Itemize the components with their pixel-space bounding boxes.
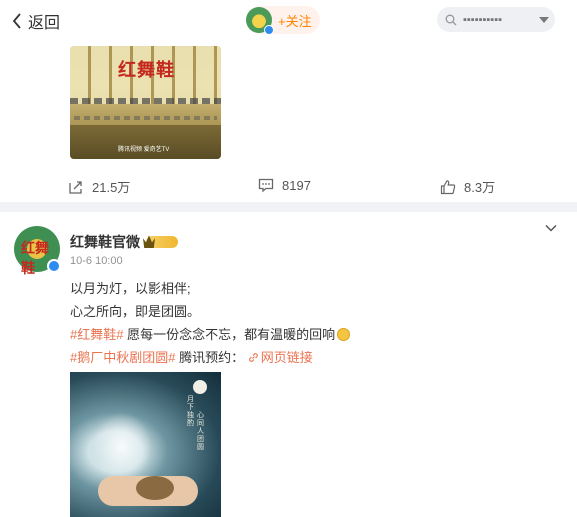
web-link-label: 网页链接 — [260, 350, 313, 365]
poster-steam — [92, 412, 152, 482]
comment-count: 8197 — [282, 177, 311, 193]
poster-platforms: 腾讯视频 爱奇艺TV — [118, 147, 170, 153]
hashtag-link[interactable]: #红舞鞋# — [70, 327, 123, 342]
hashtag-link[interactable]: #鹅厂中秋剧团圆# — [70, 350, 175, 365]
post-line-3-text: 愿每一份念念不忘，都有温暖的回响 — [123, 327, 336, 342]
search-input[interactable] — [463, 13, 535, 26]
post-time[interactable]: 10-6 10:00 — [70, 255, 123, 267]
top-bar: 返回 +关注 — [0, 0, 577, 40]
comment-icon — [258, 178, 274, 193]
post-card: 红舞鞋 红舞鞋官微 10-6 10:00 以月为灯，以影相伴; 心之所向，即是团… — [0, 212, 577, 517]
post-image-poster[interactable]: 红舞鞋 腾讯视频 爱奇艺TV — [70, 46, 221, 159]
poster-pot — [136, 476, 174, 500]
author-avatar[interactable]: 红舞鞋 — [14, 226, 61, 277]
author-name[interactable]: 红舞鞋官微 — [70, 232, 140, 252]
author-avatar-small[interactable] — [246, 7, 274, 35]
emoji-icon — [337, 328, 351, 341]
post-line-4: #鹅厂中秋剧团圆# 腾讯预约： 网页链接 — [70, 346, 350, 369]
post-image-poster[interactable]: 月下独酌 心同人团圆 — [70, 372, 221, 517]
poster-vertical-text-2: 心同人团圆 — [197, 412, 204, 451]
verified-badge-icon — [47, 259, 61, 273]
post-actions-bar: 21.5万 8197 8.3万 — [0, 177, 577, 195]
follow-button[interactable]: +关注 — [278, 11, 312, 30]
post-card-previous: 红舞鞋 腾讯视频 爱奇艺TV 21.5万 8197 8.3万 — [0, 40, 577, 202]
follow-group: +关注 — [246, 6, 320, 35]
post-line-4-text: 腾讯预约： — [175, 350, 245, 365]
post-line-1: 以月为灯，以影相伴; — [70, 281, 191, 296]
back-label: 返回 — [28, 15, 61, 32]
post-text: 以月为灯，以影相伴; 心之所向，即是团圆。 #红舞鞋# 愿每一份念念不忘，都有温… — [70, 277, 351, 369]
verified-badge-icon — [264, 25, 274, 35]
poster-logo: 红舞鞋 — [118, 60, 175, 81]
post-line-3: #红舞鞋# 愿每一份念念不忘，都有温暖的回响 — [70, 323, 351, 346]
repost-count: 21.5万 — [92, 180, 131, 195]
repost-icon — [69, 180, 82, 194]
poster-desks — [70, 125, 221, 159]
author-name-row: 红舞鞋官微 — [70, 232, 178, 252]
dropdown-caret-icon[interactable] — [539, 16, 549, 23]
poster-credits-2 — [74, 116, 217, 120]
vip-crown-icon — [146, 236, 178, 248]
repost-button[interactable]: 21.5万 — [68, 177, 130, 196]
comment-button[interactable]: 8197 — [258, 177, 311, 193]
poster-credits — [70, 98, 221, 104]
like-count: 8.3万 — [464, 180, 496, 195]
back-button[interactable]: 返回 — [12, 9, 60, 33]
web-link[interactable]: 网页链接 — [248, 350, 313, 365]
like-button[interactable]: 8.3万 — [440, 177, 495, 196]
poster-vertical-text: 月下独酌 — [187, 396, 194, 427]
search-box[interactable] — [437, 7, 555, 32]
more-chevron-icon[interactable] — [545, 224, 557, 232]
weibo-page: 返回 +关注 红舞鞋 腾讯视频 爱奇艺TV 21.5万 — [0, 0, 577, 517]
link-icon — [248, 353, 258, 362]
post-line-2: 心之所向，即是团圆。 — [70, 304, 201, 319]
poster-moon — [193, 380, 207, 394]
search-icon — [445, 14, 457, 25]
like-icon — [440, 179, 456, 194]
back-chevron-icon — [12, 13, 21, 29]
